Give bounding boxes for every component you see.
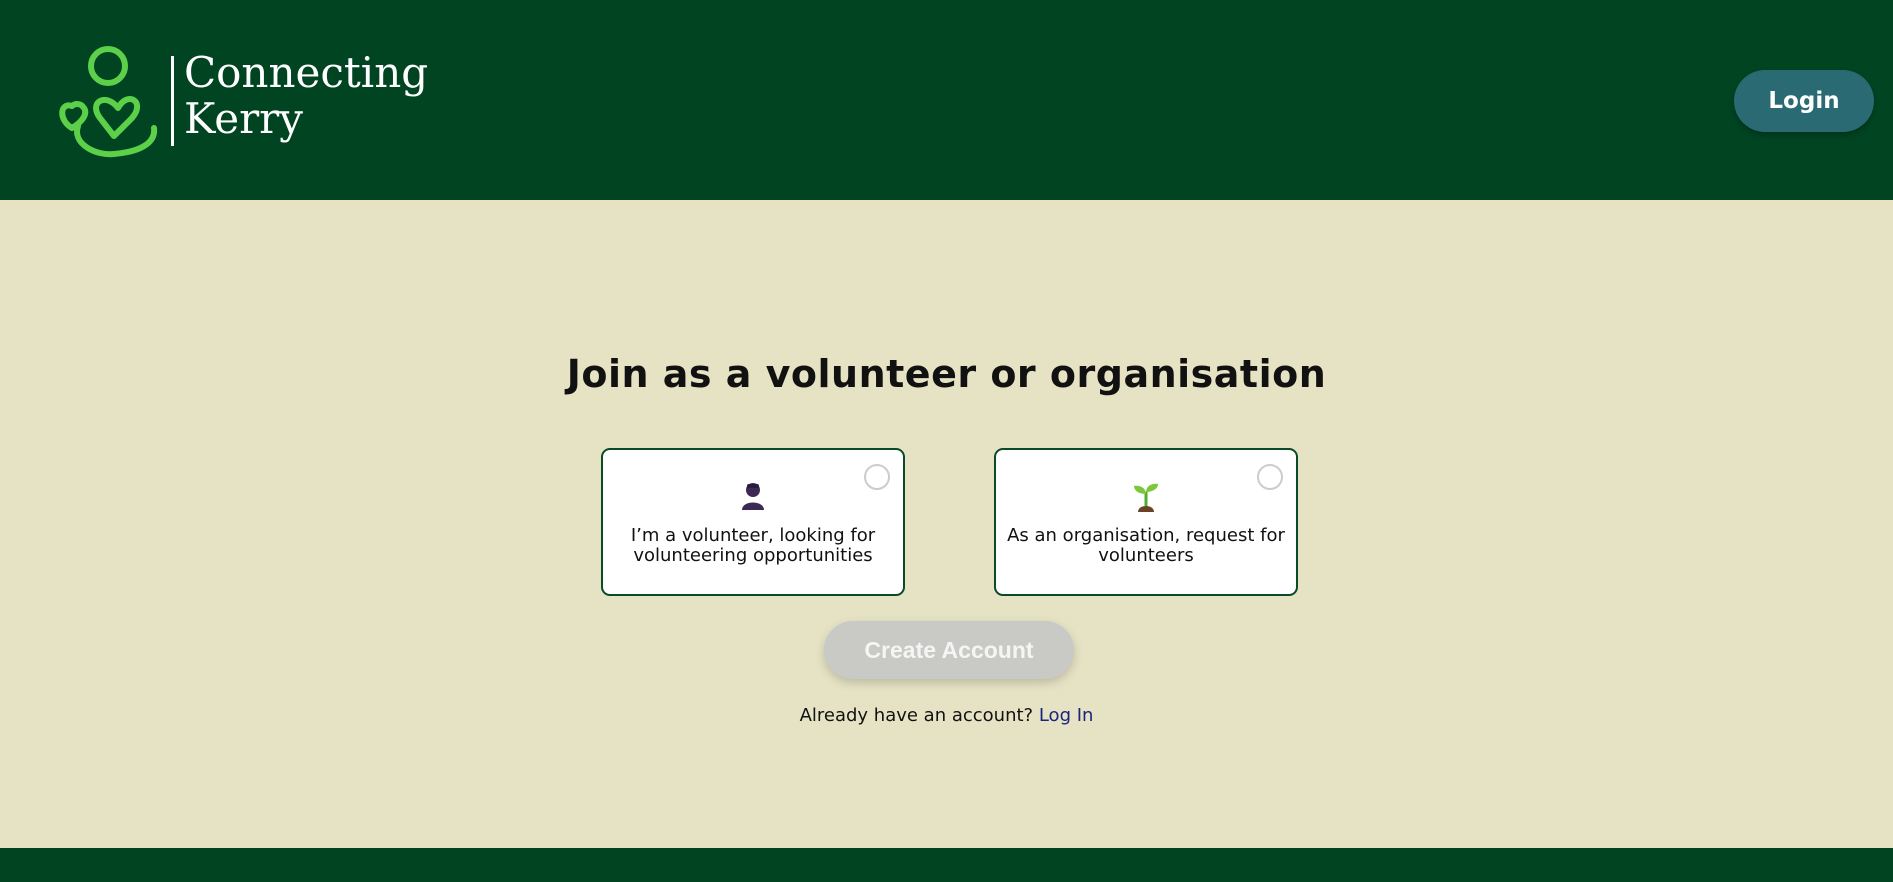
logo-divider <box>171 56 174 146</box>
main-content: Join as a volunteer or organisation I’m … <box>0 202 1893 848</box>
person-icon <box>603 480 903 514</box>
footer <box>0 848 1893 882</box>
login-prompt-text: Already have an account? <box>799 705 1034 726</box>
logo-line-1: Connecting <box>184 48 429 97</box>
header: Connecting Kerry Login <box>0 0 1893 200</box>
login-button[interactable]: Login <box>1734 70 1874 132</box>
seedling-icon <box>996 480 1296 516</box>
logo[interactable]: Connecting Kerry <box>58 44 428 162</box>
organisation-option-card[interactable]: As an organisation, request for voluntee… <box>994 448 1298 596</box>
logo-line-2: Kerry <box>184 94 303 143</box>
login-prompt: Already have an account? Log In <box>0 705 1893 726</box>
organisation-option-text: As an organisation, request for voluntee… <box>1007 525 1285 566</box>
volunteer-option-text: I’m a volunteer, looking for volunteerin… <box>630 525 876 566</box>
volunteer-option-card[interactable]: I’m a volunteer, looking for volunteerin… <box>601 448 905 596</box>
logo-people-hearts-icon <box>59 46 158 158</box>
logo-text: Connecting Kerry <box>184 50 428 142</box>
page-title: Join as a volunteer or organisation <box>566 352 1327 396</box>
create-account-button[interactable]: Create Account <box>824 621 1074 679</box>
login-link[interactable]: Log In <box>1039 705 1094 726</box>
